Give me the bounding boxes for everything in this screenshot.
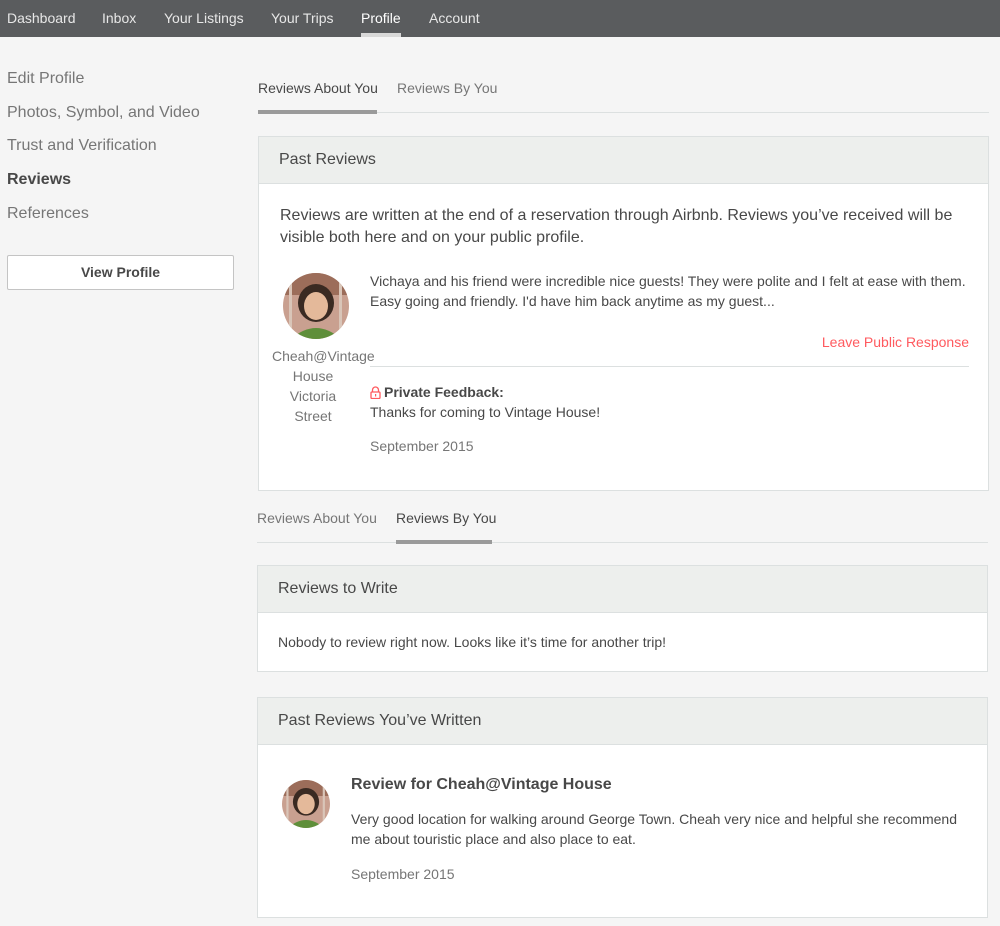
review-divider: [370, 366, 969, 367]
past-reviews-panel: Past Reviews Reviews are written at the …: [258, 136, 989, 491]
reviewer-name-line4: Street: [294, 408, 332, 424]
nav-active-indicator: [361, 33, 401, 37]
sidebar-item-reviews[interactable]: Reviews: [7, 171, 71, 189]
reviewer-name[interactable]: Cheah@Vintage House Victoria Street: [272, 346, 375, 426]
past-written-header: Past Reviews You’ve Written: [258, 698, 987, 745]
private-feedback-heading: Private Feedback:: [370, 382, 504, 404]
reviewer-name-line3: Victoria: [289, 388, 337, 404]
host-photo: [282, 780, 330, 828]
private-feedback-label: Private Feedback:: [384, 384, 504, 400]
sidebar-item-photos[interactable]: Photos, Symbol, and Video: [7, 104, 200, 122]
past-reviews-title: Past Reviews: [279, 151, 376, 168]
past-written-panel: Past Reviews You’ve Written Review for C…: [257, 697, 988, 918]
host-avatar[interactable]: [282, 780, 330, 828]
reviewer-avatar[interactable]: [283, 273, 349, 339]
top-nav: Dashboard Inbox Your Listings Your Trips…: [0, 0, 1000, 37]
reviewer-name-line1: Cheah@Vintage: [272, 348, 375, 364]
written-review-text: Very good location for walking around Ge…: [351, 811, 957, 847]
tab-reviews-about-you[interactable]: Reviews About You: [258, 74, 378, 114]
private-feedback-text: Thanks for coming to Vintage House!: [370, 404, 601, 420]
review-text: Vichaya and his friend were incredible n…: [370, 273, 966, 309]
nav-dashboard[interactable]: Dashboard: [7, 0, 76, 37]
reviewer-name-line2: House: [292, 368, 334, 384]
review-tabs-bottom: Reviews About You Reviews By You: [257, 504, 988, 544]
leave-public-response-link[interactable]: Leave Public Response: [822, 332, 969, 352]
tab-reviews-about-you-2[interactable]: Reviews About You: [257, 504, 377, 540]
past-written-title: Past Reviews You’ve Written: [278, 712, 482, 729]
reviews-to-write-panel: Reviews to Write Nobody to review right …: [257, 565, 988, 672]
lock-icon: [370, 384, 381, 404]
nav-profile[interactable]: Profile: [361, 0, 401, 37]
tab-reviews-by-you-2[interactable]: Reviews By You: [396, 504, 496, 544]
nav-inbox[interactable]: Inbox: [102, 0, 136, 37]
reviews-to-write-header: Reviews to Write: [258, 566, 987, 613]
reviewer-photo: [283, 273, 349, 339]
nav-your-listings[interactable]: Your Listings: [164, 0, 244, 37]
no-reviews-text: Nobody to review right now. Looks like i…: [278, 634, 667, 650]
view-profile-button[interactable]: View Profile: [7, 255, 234, 290]
nav-your-trips[interactable]: Your Trips: [271, 0, 334, 37]
written-review-date: September 2015: [351, 866, 455, 882]
sidebar-item-edit-profile[interactable]: Edit Profile: [7, 70, 84, 88]
sidebar-item-references[interactable]: References: [7, 205, 89, 223]
past-reviews-header: Past Reviews: [259, 137, 988, 184]
tab-reviews-by-you[interactable]: Reviews By You: [397, 74, 497, 110]
reviews-to-write-title: Reviews to Write: [278, 580, 398, 597]
reviews-intro-text: Reviews are written at the end of a rese…: [280, 207, 953, 246]
sidebar-item-trust[interactable]: Trust and Verification: [7, 137, 157, 155]
written-review-heading[interactable]: Review for Cheah@Vintage House: [351, 776, 612, 794]
review-tabs-top: Reviews About You Reviews By You: [258, 74, 989, 114]
nav-account[interactable]: Account: [429, 0, 480, 37]
nav-profile-label: Profile: [361, 10, 401, 26]
review-date: September 2015: [370, 438, 474, 454]
